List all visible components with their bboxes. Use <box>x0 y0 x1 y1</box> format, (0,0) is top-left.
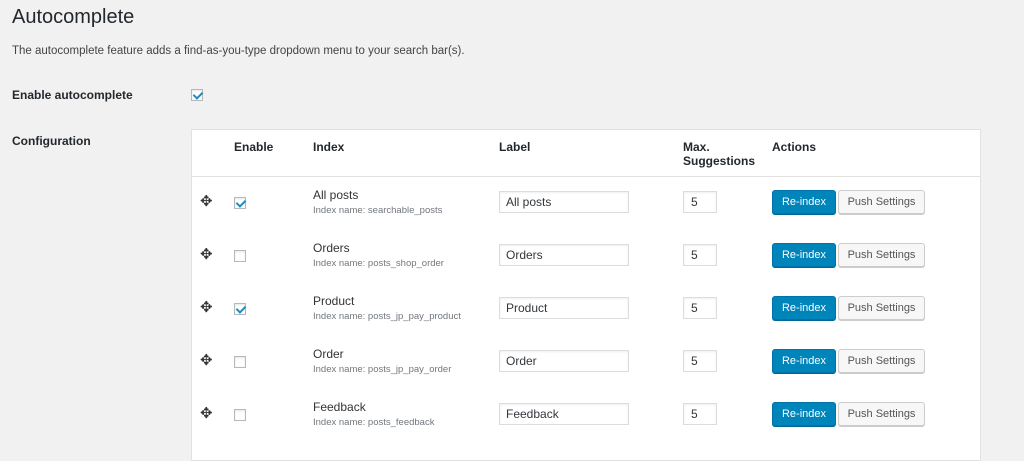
col-index: Index <box>313 140 345 154</box>
col-actions: Actions <box>772 140 817 154</box>
reindex-button[interactable]: Re-index <box>772 296 836 320</box>
move-handle-icon[interactable]: ✥ <box>200 247 216 263</box>
max-suggestions-input[interactable] <box>683 244 717 266</box>
table-row: ✥ Orders Index name: posts_shop_order Re… <box>192 231 980 284</box>
push-settings-button[interactable]: Push Settings <box>838 402 925 426</box>
push-settings-button[interactable]: Push Settings <box>838 296 925 320</box>
reindex-button[interactable]: Re-index <box>772 190 836 214</box>
index-name: Index name: posts_jp_pay_order <box>313 364 452 375</box>
move-handle-icon[interactable]: ✥ <box>200 406 216 422</box>
index-name: Index name: posts_jp_pay_product <box>313 311 461 322</box>
max-suggestions-input[interactable] <box>683 350 717 372</box>
index-name: Index name: searchable_posts <box>313 205 443 216</box>
index-title: Order <box>313 347 344 361</box>
reindex-button[interactable]: Re-index <box>772 243 836 267</box>
push-settings-button[interactable]: Push Settings <box>838 349 925 373</box>
col-enable: Enable <box>234 140 274 154</box>
push-settings-button[interactable]: Push Settings <box>838 243 925 267</box>
label-input[interactable] <box>499 403 629 425</box>
label-input[interactable] <box>499 191 629 213</box>
table-header: Enable Index Label Max. Suggestions Acti… <box>192 130 980 177</box>
reindex-button[interactable]: Re-index <box>772 349 836 373</box>
row-enable-checkbox[interactable] <box>234 409 246 421</box>
table-row: ✥ All posts Index name: searchable_posts… <box>192 178 980 231</box>
table-row: ✥ Order Index name: posts_jp_pay_order R… <box>192 337 980 390</box>
max-suggestions-input[interactable] <box>683 191 717 213</box>
col-max-line1: Max. <box>683 140 710 154</box>
label-input[interactable] <box>499 350 629 372</box>
max-suggestions-input[interactable] <box>683 403 717 425</box>
index-title: Feedback <box>313 400 366 414</box>
index-name: Index name: posts_shop_order <box>313 258 444 269</box>
page-description: The autocomplete feature adds a find-as-… <box>12 45 465 57</box>
col-label: Label <box>499 140 531 154</box>
row-enable-checkbox[interactable] <box>234 250 246 262</box>
table-row: ✥ Feedback Index name: posts_feedback Re… <box>192 390 980 443</box>
push-settings-button[interactable]: Push Settings <box>838 190 925 214</box>
index-title: All posts <box>313 188 359 202</box>
index-title: Orders <box>313 241 350 255</box>
move-handle-icon[interactable]: ✥ <box>200 353 216 369</box>
col-max-suggestions: Max. Suggestions <box>683 140 755 168</box>
max-suggestions-input[interactable] <box>683 297 717 319</box>
enable-autocomplete-label: Enable autocomplete <box>12 88 133 102</box>
label-input[interactable] <box>499 244 629 266</box>
index-name: Index name: posts_feedback <box>313 417 435 428</box>
row-enable-checkbox[interactable] <box>234 197 246 209</box>
row-enable-checkbox[interactable] <box>234 303 246 315</box>
table-row: ✥ Product Index name: posts_jp_pay_produ… <box>192 284 980 337</box>
indices-table: Enable Index Label Max. Suggestions Acti… <box>191 129 981 461</box>
configuration-label: Configuration <box>12 134 91 148</box>
row-enable-checkbox[interactable] <box>234 356 246 368</box>
label-input[interactable] <box>499 297 629 319</box>
move-handle-icon[interactable]: ✥ <box>200 194 216 210</box>
index-title: Product <box>313 294 355 308</box>
col-max-line2: Suggestions <box>683 154 756 168</box>
enable-autocomplete-checkbox[interactable] <box>191 89 203 101</box>
page-title: Autocomplete <box>12 6 135 28</box>
reindex-button[interactable]: Re-index <box>772 402 836 426</box>
move-handle-icon[interactable]: ✥ <box>200 300 216 316</box>
